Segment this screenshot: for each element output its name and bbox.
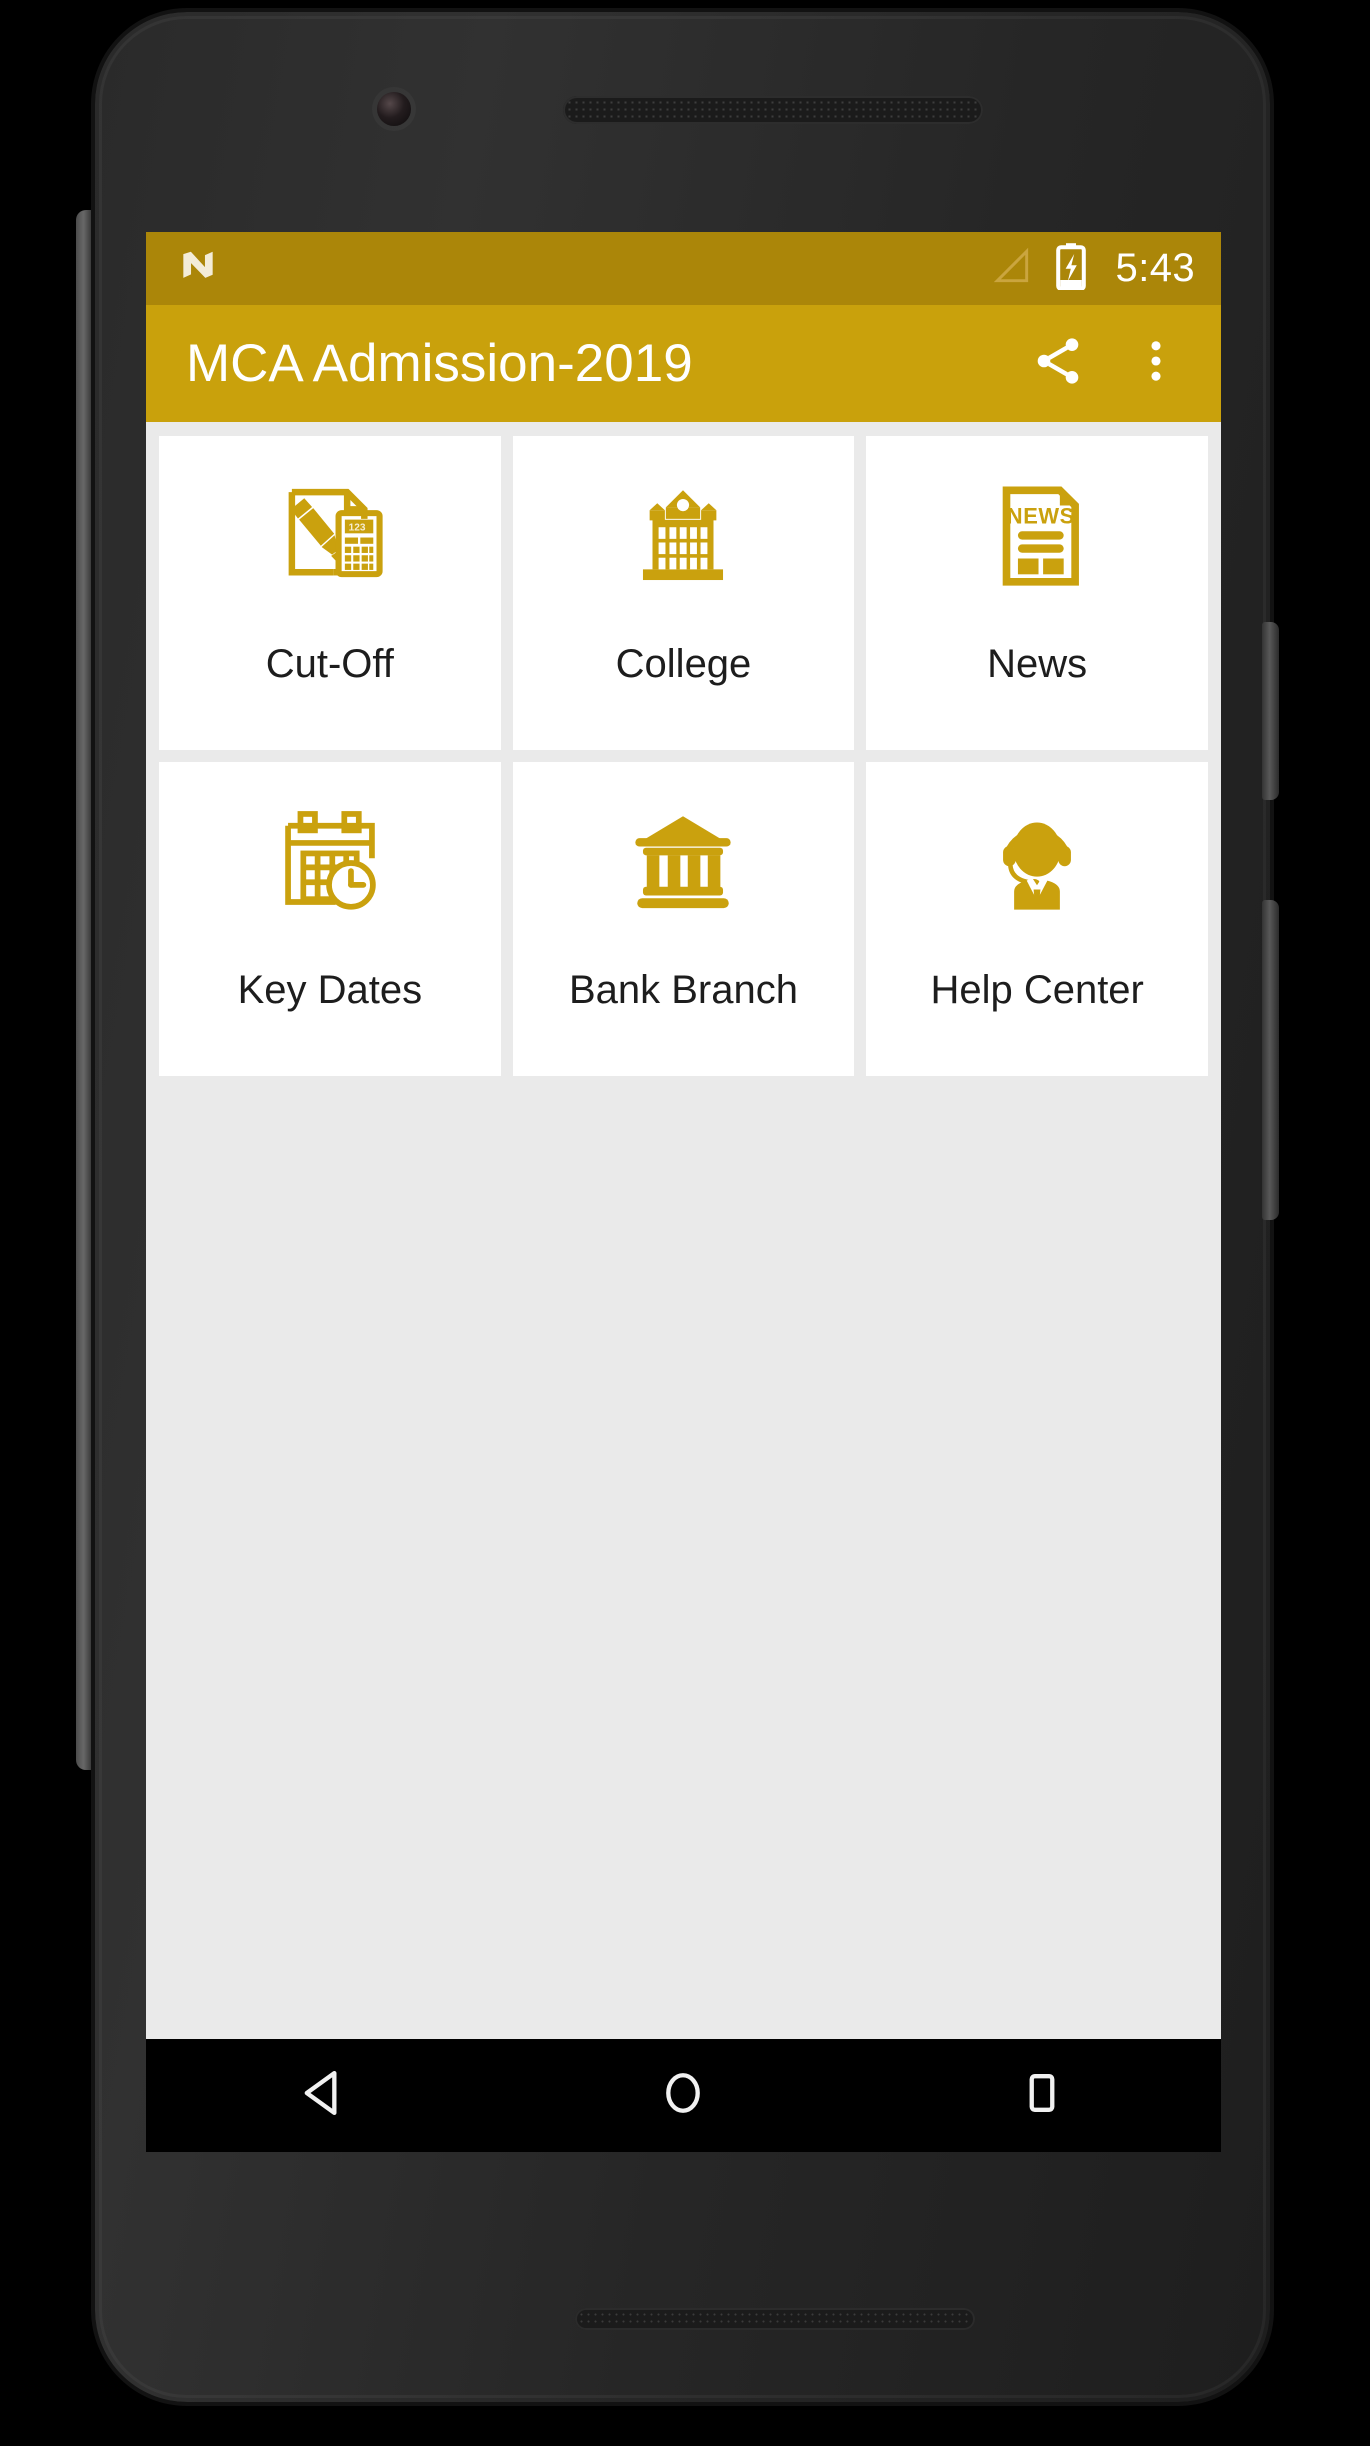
tile-label: College bbox=[615, 642, 752, 686]
overflow-menu-button[interactable] bbox=[1125, 333, 1187, 395]
college-building-icon bbox=[617, 470, 749, 602]
earpiece-speaker-icon bbox=[563, 96, 983, 124]
tile-label: Key Dates bbox=[237, 968, 423, 1012]
android-nougat-logo-icon bbox=[176, 244, 220, 293]
tile-help-center[interactable]: Help Center bbox=[866, 762, 1208, 1076]
status-bar-left bbox=[176, 244, 220, 293]
tile-label: Cut-Off bbox=[265, 642, 394, 686]
app-bar-actions bbox=[1027, 333, 1187, 395]
tile-cut-off[interactable]: 123 Cut-Off bbox=[159, 436, 501, 750]
main-content: 123 Cut-Off College NEWS News Key Dates … bbox=[146, 422, 1221, 2039]
volume-rocker-button[interactable] bbox=[1262, 900, 1279, 1220]
svg-text:NEWS: NEWS bbox=[1007, 504, 1075, 529]
battery-charging-icon bbox=[1054, 242, 1088, 295]
status-bar-right: 5:43 bbox=[990, 242, 1195, 295]
recents-square-icon bbox=[1014, 2065, 1070, 2126]
recents-button[interactable] bbox=[967, 2039, 1117, 2152]
tile-college[interactable]: College bbox=[512, 436, 855, 750]
page-title: MCA Admission-2019 bbox=[186, 334, 693, 393]
signal-bars-icon bbox=[990, 244, 1034, 293]
document-pencil-calculator-icon: 123 bbox=[264, 470, 396, 602]
front-camera-icon bbox=[377, 92, 411, 126]
back-triangle-icon bbox=[297, 2065, 353, 2126]
tile-label: Help Center bbox=[930, 968, 1144, 1012]
power-button[interactable] bbox=[1262, 622, 1279, 800]
bottom-speaker-icon bbox=[575, 2308, 975, 2330]
status-bar: 5:43 bbox=[146, 232, 1221, 305]
calendar-clock-icon bbox=[264, 796, 396, 928]
feature-tile-grid: 123 Cut-Off College NEWS News Key Dates … bbox=[159, 436, 1208, 1076]
newspaper-icon: NEWS bbox=[971, 470, 1103, 602]
svg-text:123: 123 bbox=[348, 523, 365, 534]
tile-bank-branch[interactable]: Bank Branch bbox=[512, 762, 855, 1076]
tile-news[interactable]: NEWS News bbox=[866, 436, 1208, 750]
share-button[interactable] bbox=[1027, 333, 1089, 395]
app-bar: MCA Admission-2019 bbox=[146, 305, 1221, 422]
support-agent-headset-icon bbox=[971, 796, 1103, 928]
android-navigation-bar bbox=[146, 2039, 1221, 2152]
share-icon bbox=[1030, 333, 1086, 394]
status-bar-clock: 5:43 bbox=[1115, 246, 1195, 290]
more-vert-icon bbox=[1130, 335, 1182, 392]
home-circle-icon bbox=[655, 2065, 711, 2126]
bank-building-icon bbox=[617, 796, 749, 928]
back-button[interactable] bbox=[250, 2039, 400, 2152]
tile-label: Bank Branch bbox=[568, 968, 798, 1012]
tile-key-dates[interactable]: Key Dates bbox=[159, 762, 501, 1076]
home-button[interactable] bbox=[608, 2039, 758, 2152]
phone-screen: 5:43 MCA Admission-2019 123 Cut-Off Coll… bbox=[146, 232, 1221, 2152]
tile-label: News bbox=[987, 642, 1088, 686]
